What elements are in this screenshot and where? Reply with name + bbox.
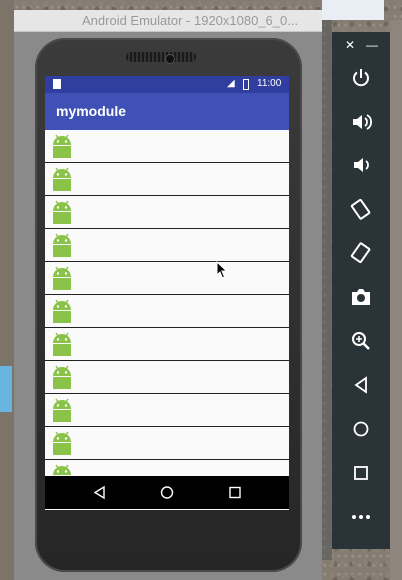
android-robot-icon — [53, 398, 71, 422]
speaker-grille — [126, 52, 196, 62]
home-icon — [160, 486, 174, 499]
camera-icon — [352, 289, 370, 305]
front-camera — [165, 54, 175, 64]
desktop-background-right — [390, 20, 402, 580]
emulator-side-panel: ✕ — — [332, 32, 390, 549]
list-item[interactable] — [45, 295, 289, 328]
sd-card-icon — [53, 79, 61, 89]
phone-frame: ◢ 11:00 mymodule — [35, 38, 302, 572]
list-item[interactable] — [45, 394, 289, 427]
power-button[interactable] — [345, 62, 377, 94]
power-icon — [353, 69, 369, 87]
list-item[interactable] — [45, 328, 289, 361]
rotate-left-button[interactable] — [345, 193, 377, 225]
app-toolbar: mymodule — [45, 93, 289, 130]
nav-back-button[interactable] — [79, 476, 119, 509]
list-item[interactable] — [45, 229, 289, 262]
item-list[interactable] — [45, 130, 289, 493]
android-robot-icon — [53, 431, 71, 455]
rotate-left-icon — [350, 198, 371, 220]
screenshot-button[interactable] — [345, 281, 377, 313]
nav-home-button[interactable] — [147, 476, 187, 509]
home-icon — [353, 421, 369, 437]
list-item[interactable] — [45, 163, 289, 196]
emulator-window: Android Emulator - 1920x1080_6_0... ◢ 11… — [14, 10, 322, 580]
volume-up-icon — [353, 114, 373, 130]
status-time: 11:00 — [257, 78, 282, 89]
more-icon — [352, 515, 370, 519]
nav-recents-button[interactable] — [215, 476, 255, 509]
mouse-cursor-icon — [216, 261, 228, 279]
panel-close-button[interactable]: ✕ — [342, 38, 358, 52]
panel-overview-button[interactable] — [345, 457, 377, 489]
navigation-bar — [45, 476, 289, 509]
android-robot-icon — [53, 365, 71, 389]
volume-down-icon — [354, 158, 369, 172]
zoom-button[interactable] — [345, 325, 377, 357]
desktop-folder-icon — [0, 366, 12, 412]
signal-4g-icon: ◢ — [227, 78, 235, 89]
list-item[interactable] — [45, 196, 289, 229]
rotate-right-icon — [350, 242, 371, 264]
android-robot-icon — [53, 167, 71, 191]
app-title: mymodule — [56, 103, 127, 119]
list-item[interactable] — [45, 427, 289, 460]
rotate-right-button[interactable] — [345, 237, 377, 269]
list-item[interactable] — [45, 262, 289, 295]
android-robot-icon — [53, 299, 71, 323]
list-item[interactable] — [45, 130, 289, 163]
device-screen[interactable]: ◢ 11:00 mymodule — [45, 76, 289, 510]
back-icon — [93, 485, 105, 500]
status-bar: ◢ 11:00 — [45, 76, 289, 93]
desktop-background — [0, 0, 14, 580]
zoom-icon — [352, 332, 370, 350]
recents-icon — [229, 486, 241, 499]
android-robot-icon — [53, 233, 71, 257]
more-options-button[interactable] — [345, 501, 377, 533]
android-robot-icon — [53, 134, 71, 158]
battery-icon — [243, 79, 249, 90]
emulator-titlebar[interactable]: Android Emulator - 1920x1080_6_0... — [14, 10, 322, 32]
android-robot-icon — [53, 332, 71, 356]
panel-home-button[interactable] — [345, 413, 377, 445]
emulator-title: Android Emulator - 1920x1080_6_0... — [82, 13, 299, 28]
android-robot-icon — [53, 266, 71, 290]
panel-minimize-button[interactable]: — — [364, 38, 380, 52]
panel-back-button[interactable] — [345, 369, 377, 401]
volume-down-button[interactable] — [345, 149, 377, 181]
android-robot-icon — [53, 200, 71, 224]
overview-icon — [354, 466, 368, 480]
volume-up-button[interactable] — [345, 106, 377, 138]
list-item[interactable] — [45, 361, 289, 394]
desktop-window-fragment — [322, 0, 384, 20]
back-icon — [354, 376, 367, 394]
